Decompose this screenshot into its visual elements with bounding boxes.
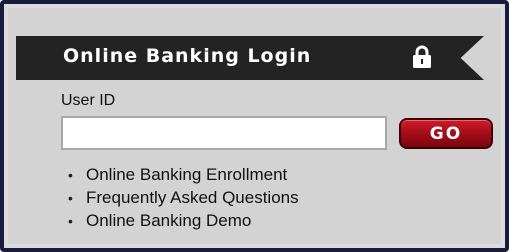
list-item: • Online Banking Demo [68, 209, 299, 232]
bullet-icon: • [68, 167, 73, 183]
user-id-label: User ID [61, 92, 116, 109]
bullet-icon: • [68, 213, 73, 229]
login-panel-frame: Online Banking Login User ID GO • Online … [0, 0, 509, 252]
list-item: • Frequently Asked Questions [68, 186, 299, 209]
bullet-icon: • [68, 190, 73, 206]
login-header-banner: Online Banking Login [16, 36, 484, 80]
faq-link[interactable]: Frequently Asked Questions [86, 188, 299, 207]
login-title: Online Banking Login [63, 45, 312, 67]
user-id-input[interactable] [61, 116, 387, 150]
lock-icon [413, 45, 431, 68]
go-button[interactable]: GO [399, 118, 493, 149]
login-panel: Online Banking Login User ID GO • Online … [8, 8, 501, 244]
demo-link[interactable]: Online Banking Demo [86, 211, 251, 230]
enrollment-link[interactable]: Online Banking Enrollment [86, 165, 287, 184]
list-item: • Online Banking Enrollment [68, 163, 299, 186]
help-links-list: • Online Banking Enrollment • Frequently A… [68, 163, 299, 232]
